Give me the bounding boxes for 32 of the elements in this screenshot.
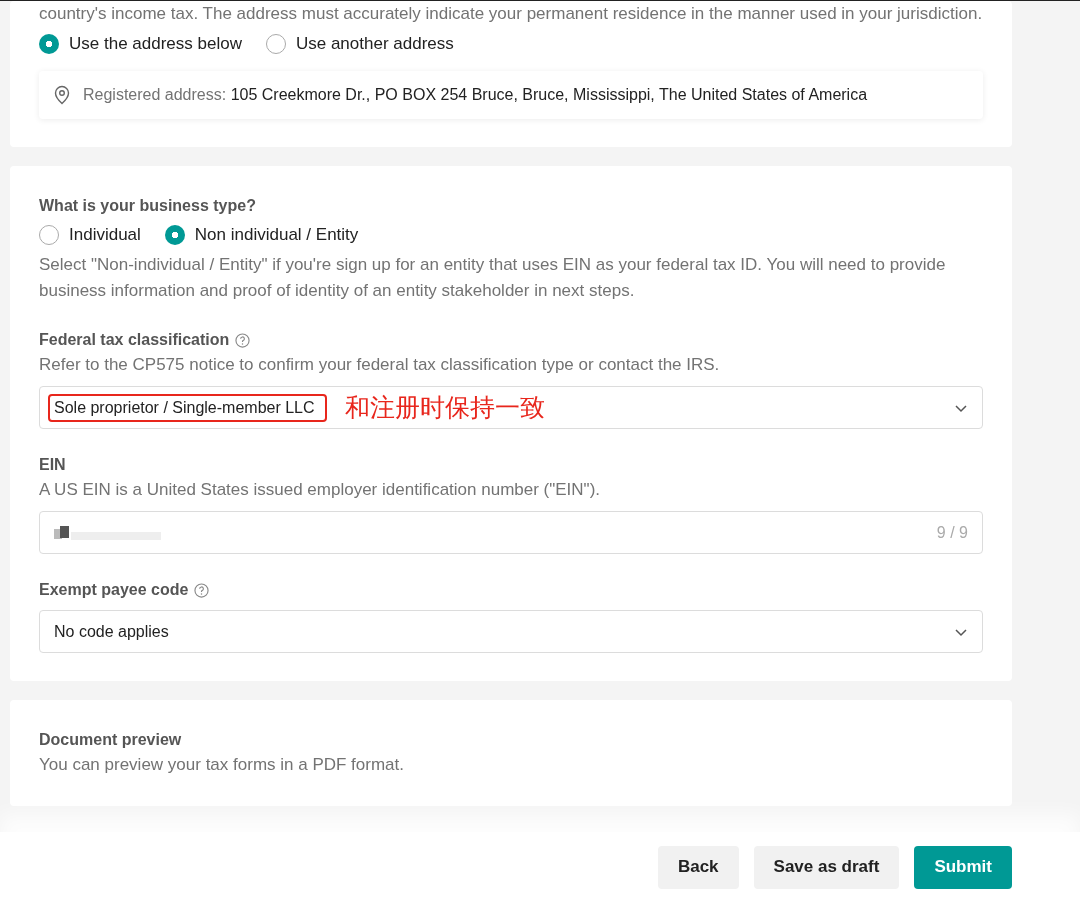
field-description: Refer to the CP575 notice to confirm your federal tax classification type or contact the IRS.: [39, 354, 721, 376]
radio-label: Non individual / Entity: [194, 224, 359, 246]
help-icon[interactable]: [194, 582, 210, 598]
radio-button[interactable]: [265, 34, 286, 54]
hint-text: Select "Non-individual / Entity" if you're sign up for an entity that uses EIN as your federal tax ID. You will need to provide business information and proof of identity of an entity stakeholder in next steps.: [39, 254, 947, 302]
submit-button[interactable]: Submit: [914, 845, 1012, 889]
annotation-text: 和注册时保持一致: [344, 392, 546, 423]
secondary-button[interactable]: Back: [657, 845, 739, 889]
field-label: What is your business type?: [39, 196, 256, 216]
secondary-button[interactable]: Save as draft: [753, 845, 900, 889]
radio-button[interactable]: [39, 34, 59, 54]
section-title: Document preview: [39, 730, 182, 750]
address-value: 105 Creekmore Dr., PO BOX 254 Bruce, Bruce, Mississippi, The United States of America: [230, 86, 868, 103]
help-icon[interactable]: [235, 332, 251, 348]
radio-button[interactable]: [164, 225, 185, 245]
select-field[interactable]: Sole proprietor / Single-member LLC 和注册时保持一致: [39, 386, 983, 429]
field-label: Exempt payee code: [39, 580, 189, 600]
radio-label: Individual: [69, 224, 141, 246]
select-field[interactable]: No code applies: [39, 610, 983, 653]
character-counter: 9 / 9: [936, 523, 968, 542]
address-label: Registered address:: [83, 86, 227, 103]
field-description: A US EIN is a United States issued employer identification number ("EIN").: [39, 479, 602, 501]
radio-label: Use the address below: [69, 33, 242, 55]
highlighted-value: Sole proprietor / Single-member LLC: [48, 393, 327, 422]
radio-button[interactable]: [39, 225, 59, 245]
radio-label: Use another address: [295, 33, 454, 55]
field-label: Federal tax classification: [39, 330, 230, 350]
field-label: EIN: [39, 455, 66, 475]
intro-text: country's income tax. The address must accurately indicate your permanent residence in the manner used in your jurisdiction.: [39, 3, 983, 25]
section-description: You can preview your tax forms in a PDF format.: [39, 754, 406, 776]
location-pin-icon: [53, 85, 71, 105]
select-value: No code applies: [54, 622, 169, 641]
